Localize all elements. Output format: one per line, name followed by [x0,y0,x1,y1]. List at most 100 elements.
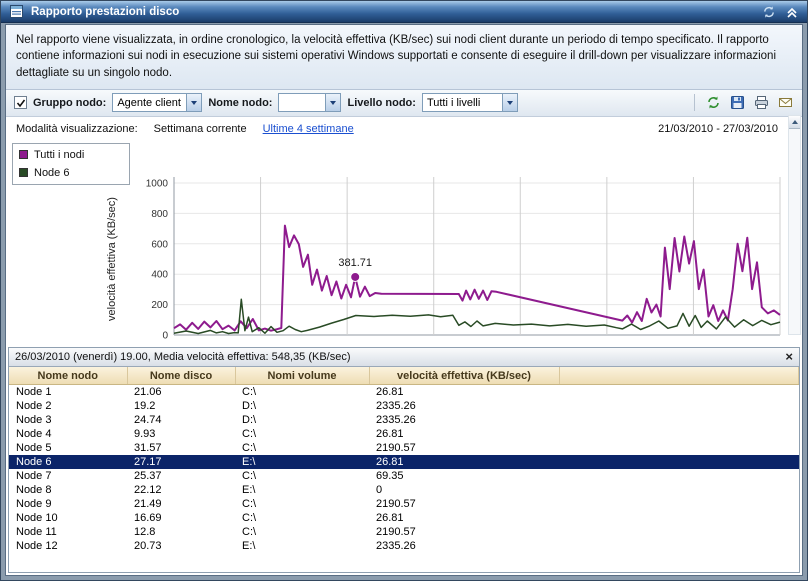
table-cell: 2190.57 [369,497,559,511]
drilldown-header: 26/03/2010 (venerdì) 19.00, Media veloci… [9,348,799,367]
view-mode-label: Modalità visualizzazione: [16,123,138,135]
table-cell: 22.12 [127,483,235,497]
table-cell: C:\ [235,385,369,400]
table-cell [559,441,799,455]
table-cell: 0 [369,483,559,497]
column-header[interactable]: Nomi volume [235,367,369,385]
svg-text:800: 800 [151,209,168,220]
table-cell: Node 1 [9,385,127,400]
vertical-scrollbar[interactable] [788,115,801,335]
window-title: Rapporto prestazioni disco [31,6,754,18]
column-header[interactable]: velocità effettiva (KB/sec) [369,367,559,385]
table-cell: E:\ [235,539,369,553]
svg-text:400: 400 [151,270,168,281]
table-row[interactable]: Node 921.49C:\2190.57 [9,497,799,511]
scroll-up-icon[interactable] [789,116,800,129]
refresh-icon[interactable] [760,4,777,20]
table-cell: Node 3 [9,413,127,427]
legend-swatch [19,168,28,177]
view-mode-current[interactable]: Settimana corrente [154,123,247,135]
drilldown-table: Nome nodoNome discoNomi volumevelocità e… [9,367,799,554]
svg-text:0: 0 [162,330,168,341]
table-cell: C:\ [235,469,369,483]
svg-text:600: 600 [151,239,168,250]
table-row[interactable]: Node 822.12E:\0 [9,483,799,497]
table-cell: 25.37 [127,469,235,483]
collapse-icon[interactable] [783,4,800,20]
node-name-label: Nome nodo: [208,97,272,109]
table-row[interactable]: Node 627.17E:\26.81 [9,455,799,469]
table-row[interactable]: Node 1016.69C:\26.81 [9,511,799,525]
report-content: Nel rapporto viene visualizzata, in ordi… [5,24,803,576]
group-checkbox[interactable] [14,96,27,109]
table-cell: Node 7 [9,469,127,483]
table-cell: 2190.57 [369,441,559,455]
table-cell [559,469,799,483]
chevron-down-icon[interactable] [502,94,517,111]
node-name-input[interactable] [279,95,325,110]
table-cell: 26.81 [369,511,559,525]
table-cell [559,427,799,441]
column-header[interactable]: Nome disco [127,367,235,385]
table-row[interactable]: Node 219.2D:\2335.26 [9,399,799,413]
table-cell: 2335.26 [369,413,559,427]
table-cell: 21.06 [127,385,235,400]
table-cell: C:\ [235,497,369,511]
table-cell: C:\ [235,525,369,539]
table-cell: C:\ [235,511,369,525]
table-row[interactable]: Node 1112.8C:\2190.57 [9,525,799,539]
table-row[interactable]: Node 121.06C:\26.81 [9,385,799,400]
email-icon[interactable] [776,94,794,112]
table-cell: Node 6 [9,455,127,469]
table-cell: 20.73 [127,539,235,553]
view-mode-row: Modalità visualizzazione: Settimana corr… [6,117,802,141]
refresh-icon[interactable] [704,94,722,112]
table-cell: Node 2 [9,399,127,413]
table-cell [559,539,799,553]
table-row[interactable]: Node 324.74D:\2335.26 [9,413,799,427]
report-description: Nel rapporto viene visualizzata, in ordi… [6,25,802,90]
table-row[interactable]: Node 49.93C:\26.81 [9,427,799,441]
table-cell: 12.8 [127,525,235,539]
table-cell: E:\ [235,483,369,497]
table-row[interactable]: Node 1220.73E:\2335.26 [9,539,799,553]
legend-swatch [19,150,28,159]
toolbar-separator [694,94,695,111]
drilldown-table-wrap: Nome nodoNome discoNomi volumevelocità e… [9,367,799,572]
group-select[interactable]: Agente client [112,93,202,112]
close-icon[interactable]: × [785,350,793,363]
table-cell [559,399,799,413]
table-row[interactable]: Node 725.37C:\69.35 [9,469,799,483]
table-cell [559,385,799,400]
node-level-select[interactable]: Tutti i livelli [422,93,518,112]
chart-legend: Tutti i nodi Node 6 [12,143,130,185]
svg-text:381.71: 381.71 [338,257,372,269]
report-actions [691,94,794,112]
column-header[interactable]: Nome nodo [9,367,127,385]
table-cell: D:\ [235,413,369,427]
table-cell: Node 10 [9,511,127,525]
save-icon[interactable] [728,94,746,112]
legend-label: Node 6 [34,167,69,179]
table-cell: 31.57 [127,441,235,455]
table-cell: 2335.26 [369,399,559,413]
table-cell: 27.17 [127,455,235,469]
node-name-combo [278,93,341,112]
chevron-down-icon[interactable] [325,94,340,111]
table-row[interactable]: Node 531.57C:\2190.57 [9,441,799,455]
y-axis-title: velocità effettiva (KB/sec) [106,197,118,321]
drilldown-header-text: 26/03/2010 (venerdì) 19.00, Media veloci… [15,351,351,363]
date-range: 21/03/2010 - 27/03/2010 [658,123,792,135]
table-header-row: Nome nodoNome discoNomi volumevelocità e… [9,367,799,385]
last-4-weeks-link[interactable]: Ultime 4 settimane [263,123,354,135]
table-cell: D:\ [235,399,369,413]
group-label: Gruppo nodo: [33,97,106,109]
legend-label: Tutti i nodi [34,149,84,161]
drilldown-panel: 26/03/2010 (venerdì) 19.00, Media veloci… [8,347,800,573]
chart-canvas: 02004006008001000381.71 [132,141,784,341]
table-cell [559,497,799,511]
print-icon[interactable] [752,94,770,112]
chevron-down-icon[interactable] [186,94,201,111]
table-cell: 21.49 [127,497,235,511]
table-cell: Node 5 [9,441,127,455]
